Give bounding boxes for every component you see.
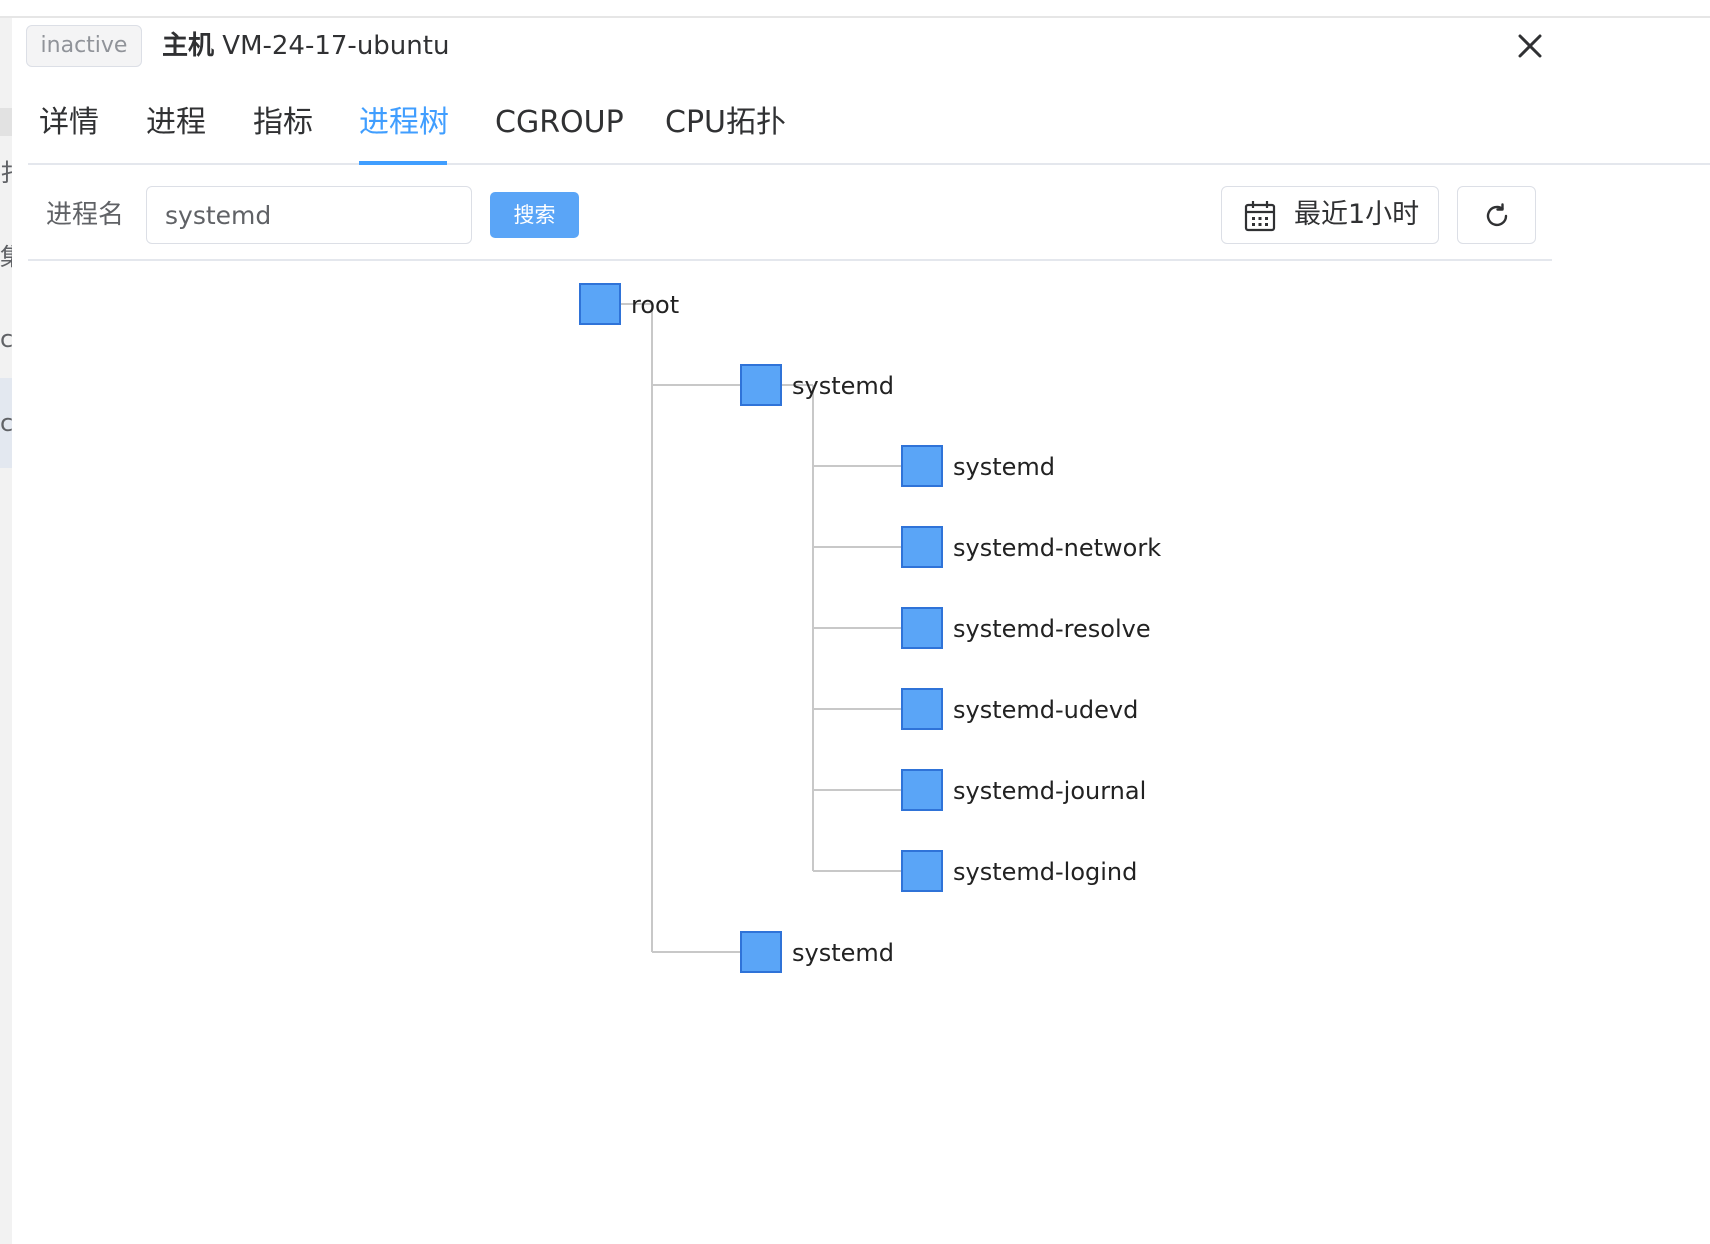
tree-node-label[interactable]: root bbox=[631, 291, 679, 319]
host-title: 主机 VM-24-17-ubuntu bbox=[162, 27, 449, 65]
tree-node-label[interactable]: systemd-logind bbox=[953, 858, 1137, 886]
process-name-input[interactable] bbox=[146, 186, 472, 244]
background-text-fragment: 集 bbox=[0, 242, 12, 272]
background-row bbox=[0, 108, 12, 136]
close-button[interactable] bbox=[1510, 28, 1552, 66]
host-title-prefix: 主机 bbox=[162, 31, 215, 61]
active-tab-indicator bbox=[359, 161, 447, 165]
tree-node-icon[interactable] bbox=[901, 688, 943, 730]
tree-node-icon[interactable] bbox=[901, 769, 943, 811]
host-name: VM-24-17-ubuntu bbox=[222, 31, 450, 61]
tab-processes[interactable]: 进程 bbox=[146, 92, 206, 162]
tree-node-icon[interactable] bbox=[901, 526, 943, 568]
tree-node-icon[interactable] bbox=[901, 607, 943, 649]
tab-process-tree[interactable]: 进程树 bbox=[359, 92, 449, 162]
refresh-button[interactable] bbox=[1457, 186, 1536, 244]
status-badge: inactive bbox=[26, 25, 142, 67]
tab-cpu-topology[interactable]: CPU拓扑 bbox=[665, 92, 786, 162]
time-range-label: 最近1小时 bbox=[1294, 199, 1420, 230]
tree-node-label[interactable]: systemd-udevd bbox=[953, 696, 1138, 724]
tree-node-label[interactable]: systemd bbox=[953, 453, 1055, 481]
background-text-fragment: c bbox=[0, 325, 12, 353]
tree-node-icon[interactable] bbox=[740, 931, 782, 973]
tab-metrics[interactable]: 指标 bbox=[253, 92, 313, 162]
background-text-fragment: 扌 bbox=[0, 158, 12, 188]
tree-node-label[interactable]: systemd-journal bbox=[953, 777, 1146, 805]
refresh-icon bbox=[1486, 203, 1508, 227]
calendar-icon bbox=[1244, 201, 1276, 232]
tree-node-icon[interactable] bbox=[740, 364, 782, 406]
tabs-divider bbox=[28, 163, 1710, 165]
tab-cgroup[interactable]: CGROUP bbox=[495, 92, 624, 162]
tree-node-label[interactable]: systemd bbox=[792, 939, 894, 967]
tree-node-label[interactable]: systemd-network bbox=[953, 534, 1161, 562]
filter-divider bbox=[28, 259, 1552, 261]
time-range-button[interactable]: 最近1小时 bbox=[1221, 186, 1439, 244]
tree-node-icon[interactable] bbox=[901, 445, 943, 487]
tree-node-icon[interactable] bbox=[901, 850, 943, 892]
tree-node-label[interactable]: systemd bbox=[792, 372, 894, 400]
tree-node-label[interactable]: systemd-resolve bbox=[953, 615, 1151, 643]
close-icon bbox=[1518, 34, 1542, 58]
search-button[interactable]: 搜索 bbox=[490, 192, 579, 238]
background-text-fragment: c bbox=[0, 409, 12, 437]
tab-bar: 详情 进程 指标 进程树 CGROUP CPU拓扑 bbox=[28, 92, 1710, 164]
process-name-label: 进程名 bbox=[46, 200, 125, 230]
tab-details[interactable]: 详情 bbox=[39, 92, 99, 162]
tree-node-icon[interactable] bbox=[579, 283, 621, 325]
